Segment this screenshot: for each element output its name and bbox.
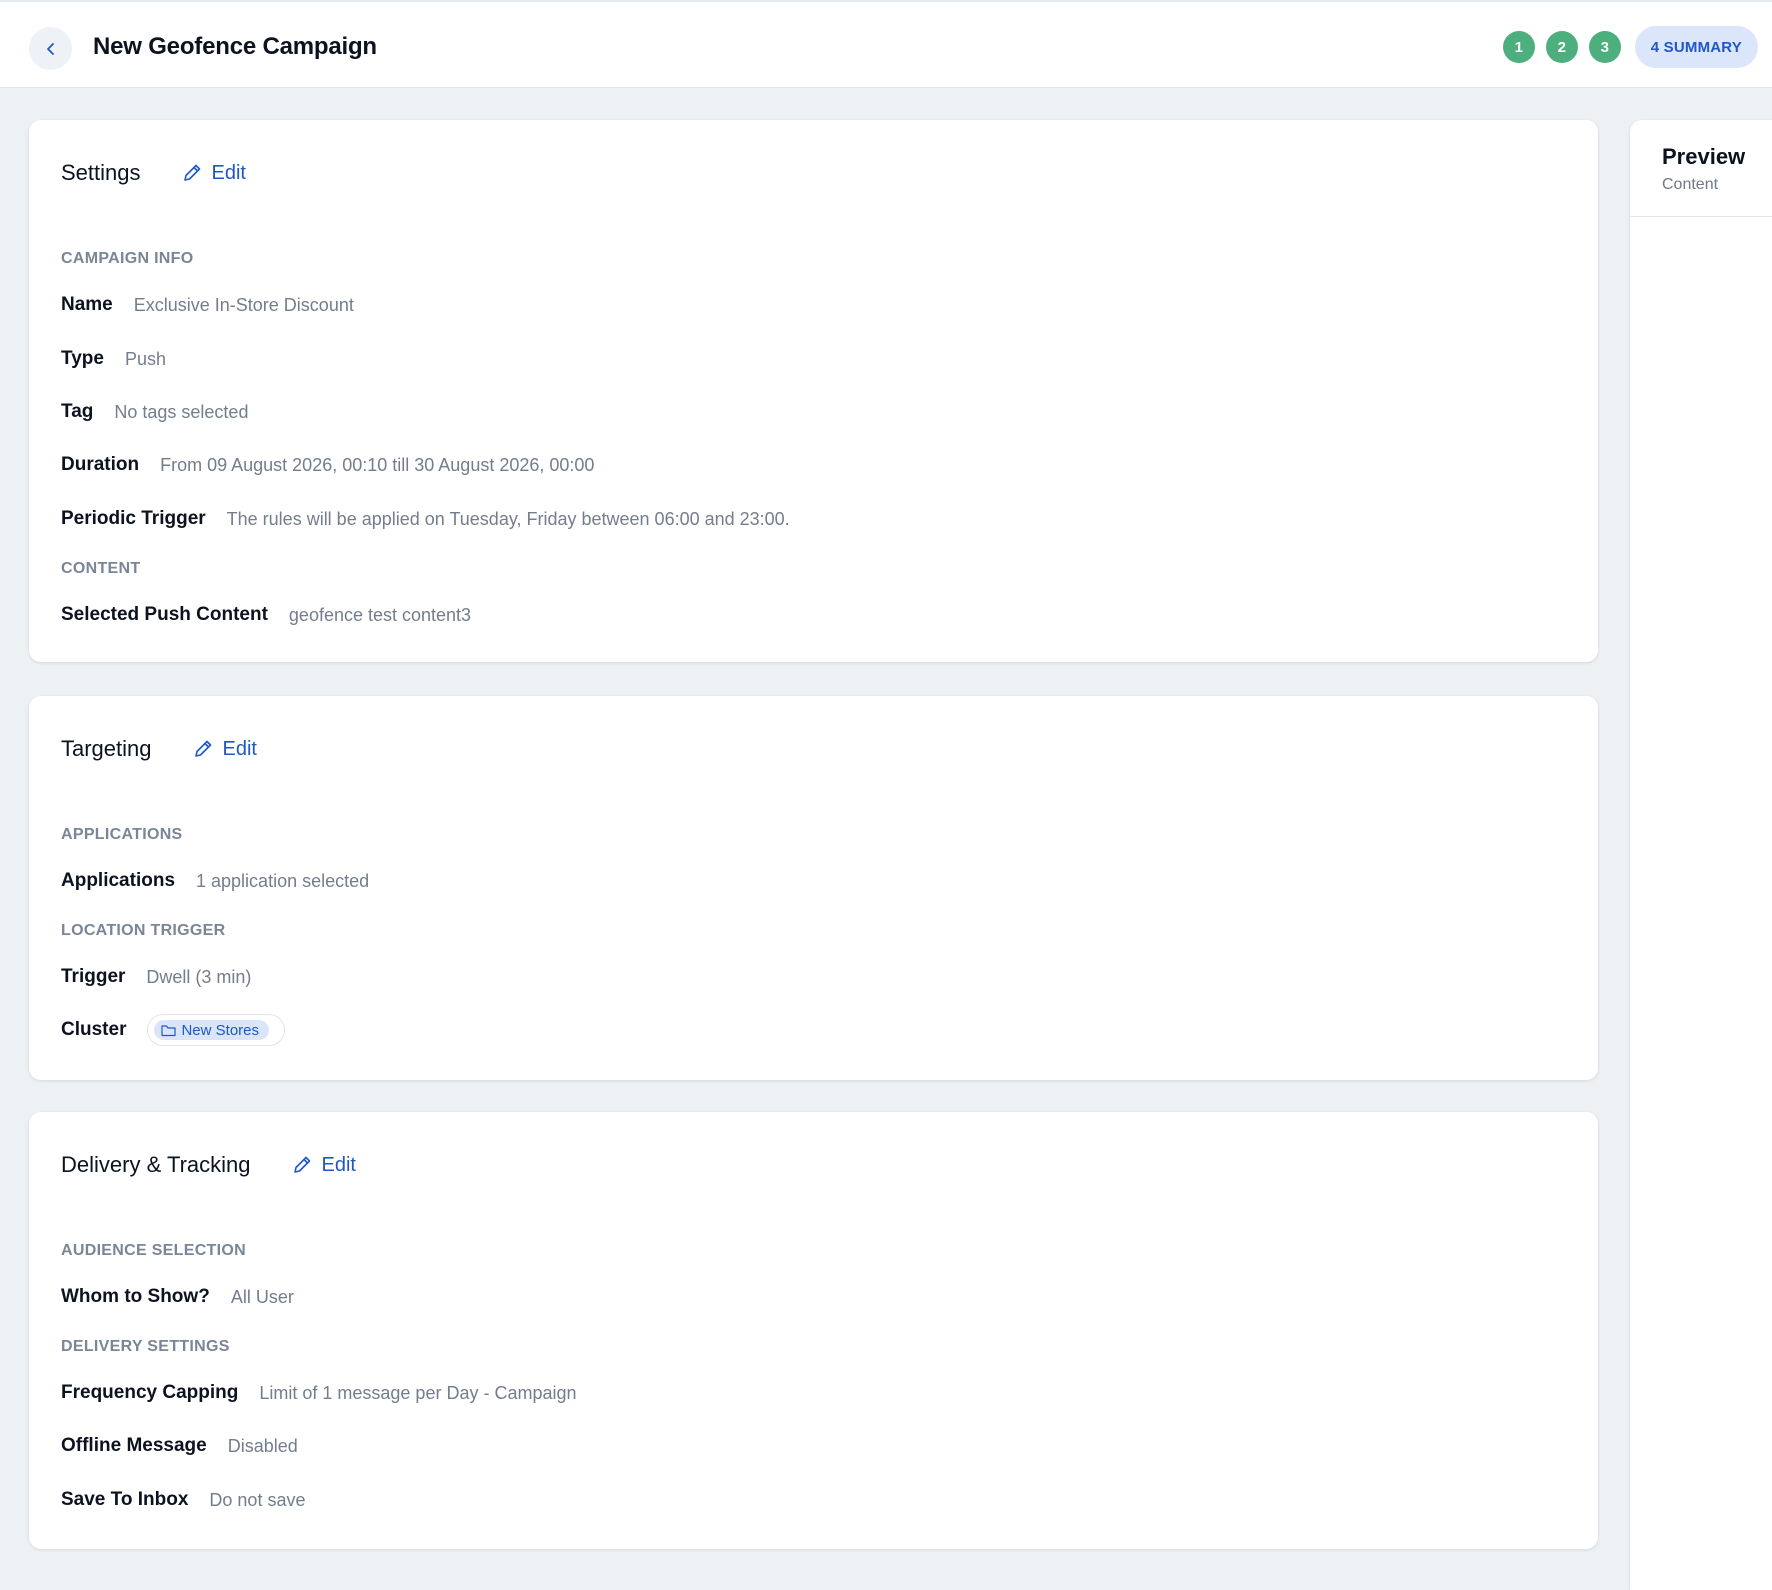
delivery-title: Delivery & Tracking xyxy=(61,1152,251,1177)
detail-key: Applications xyxy=(61,870,176,891)
targeting-header: Targeting Edit xyxy=(61,736,257,762)
settings-header: Settings Edit xyxy=(61,160,246,186)
delivery-settings-label: DELIVERY SETTINGS xyxy=(61,1338,230,1355)
settings-edit-button[interactable]: Edit xyxy=(181,162,246,185)
targeting-edit-button[interactable]: Edit xyxy=(192,738,257,761)
detail-value: 1 application selected xyxy=(196,870,370,891)
detail-row-trigger: Trigger Dwell (3 min) xyxy=(61,966,251,988)
content-label: CONTENT xyxy=(61,560,141,577)
location-trigger-label: LOCATION TRIGGER xyxy=(61,922,226,939)
settings-card: Settings Edit CAMPAIGN INFO Name Exclusi… xyxy=(29,120,1598,662)
chevron-left-icon xyxy=(46,42,54,55)
delivery-header: Delivery & Tracking Edit xyxy=(61,1152,356,1178)
detail-row-whom-to-show: Whom to Show? All User xyxy=(61,1286,294,1308)
detail-key: Tag xyxy=(61,401,94,422)
step-indicator: 1 2 3 4 SUMMARY xyxy=(1502,26,1758,68)
detail-row-periodic-trigger: Periodic Trigger The rules will be appli… xyxy=(61,508,790,530)
detail-row-frequency-capping: Frequency Capping Limit of 1 message per… xyxy=(61,1382,577,1404)
folder-icon xyxy=(161,1024,177,1036)
detail-row-push-content: Selected Push Content geofence test cont… xyxy=(61,604,471,626)
detail-key: Name xyxy=(61,294,113,315)
detail-row-tag: Tag No tags selected xyxy=(61,401,248,423)
detail-key: Cluster xyxy=(61,1019,127,1040)
detail-row-offline-message: Offline Message Disabled xyxy=(61,1435,298,1457)
settings-title: Settings xyxy=(61,160,141,185)
edit-label: Edit xyxy=(211,161,246,184)
delivery-edit-button[interactable]: Edit xyxy=(291,1154,356,1177)
step-2[interactable]: 2 xyxy=(1545,31,1578,63)
edit-label: Edit xyxy=(222,737,257,760)
detail-value: Do not save xyxy=(209,1489,306,1510)
pencil-icon xyxy=(293,1156,310,1173)
step-3[interactable]: 3 xyxy=(1588,31,1621,63)
preview-panel: Preview Content xyxy=(1630,120,1772,1590)
audience-selection-label: AUDIENCE SELECTION xyxy=(61,1242,246,1259)
detail-value: Limit of 1 message per Day - Campaign xyxy=(259,1382,577,1403)
pencil-icon xyxy=(194,740,211,757)
pencil-icon xyxy=(183,164,200,181)
detail-row-type: Type Push xyxy=(61,348,166,370)
page-title: New Geofence Campaign xyxy=(93,33,377,60)
detail-row-cluster: Cluster New Stores xyxy=(61,1014,285,1046)
detail-key: Frequency Capping xyxy=(61,1382,239,1403)
cluster-chip-container: New Stores xyxy=(147,1014,285,1046)
detail-row-duration: Duration From 09 August 2026, 00:10 till… xyxy=(61,454,594,476)
detail-key: Whom to Show? xyxy=(61,1286,210,1307)
preview-header: Preview Content xyxy=(1630,120,1772,217)
step-4-summary[interactable]: 4 SUMMARY xyxy=(1634,26,1758,68)
detail-value: Dwell (3 min) xyxy=(146,966,252,987)
preview-subtitle: Content xyxy=(1662,176,1719,193)
detail-value: No tags selected xyxy=(114,401,249,422)
step-1[interactable]: 1 xyxy=(1502,31,1535,63)
applications-label: APPLICATIONS xyxy=(61,826,183,843)
detail-key: Type xyxy=(61,348,104,369)
detail-row-save-to-inbox: Save To Inbox Do not save xyxy=(61,1489,305,1511)
detail-key: Offline Message xyxy=(61,1435,207,1456)
detail-key: Trigger xyxy=(61,966,126,987)
campaign-info-label: CAMPAIGN INFO xyxy=(61,250,194,267)
detail-value: All User xyxy=(230,1286,294,1307)
detail-row-name: Name Exclusive In-Store Discount xyxy=(61,294,354,316)
back-button[interactable] xyxy=(29,27,72,70)
preview-title: Preview xyxy=(1662,144,1746,169)
detail-key: Periodic Trigger xyxy=(61,508,206,529)
cluster-chip[interactable]: New Stores xyxy=(154,1020,269,1040)
detail-key: Save To Inbox xyxy=(61,1489,189,1510)
edit-label: Edit xyxy=(321,1153,356,1176)
detail-value: The rules will be applied on Tuesday, Fr… xyxy=(226,508,790,529)
detail-row-applications: Applications 1 application selected xyxy=(61,870,369,892)
detail-value: Exclusive In-Store Discount xyxy=(133,294,354,315)
detail-value: From 09 August 2026, 00:10 till 30 Augus… xyxy=(160,454,595,475)
targeting-title: Targeting xyxy=(61,736,152,761)
detail-key: Selected Push Content xyxy=(61,604,268,625)
detail-key: Duration xyxy=(61,454,140,475)
targeting-card: Targeting Edit APPLICATIONS Applications… xyxy=(29,696,1598,1080)
detail-value: Push xyxy=(124,348,166,369)
detail-value: geofence test content3 xyxy=(288,604,472,625)
delivery-card: Delivery & Tracking Edit AUDIENCE SELECT… xyxy=(29,1112,1598,1549)
top-bar: New Geofence Campaign 1 2 3 4 SUMMARY xyxy=(0,0,1772,88)
cluster-chip-label: New Stores xyxy=(181,1021,259,1039)
detail-value: Disabled xyxy=(227,1435,298,1456)
